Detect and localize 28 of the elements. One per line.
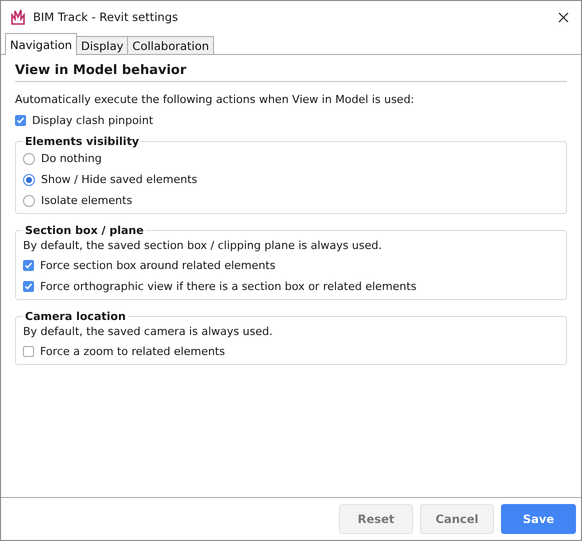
group-title: Section box / plane	[24, 224, 145, 237]
group-description: By default, the saved section box / clipping plane is always used.	[23, 238, 383, 254]
group-title: Elements visibility	[24, 135, 140, 148]
dialog-button[interactable]: Save	[501, 504, 576, 534]
radio-label: Do nothing	[41, 150, 102, 166]
radio-button[interactable]	[23, 152, 35, 164]
radio-label: Show / Hide saved elements	[41, 172, 198, 188]
checkbox-label: Force section box around related elements	[40, 258, 276, 274]
intro-text: Automatically execute the following actions when View in Model is used:	[15, 92, 416, 108]
radio-button[interactable]	[23, 174, 35, 186]
close-icon[interactable]	[558, 12, 568, 22]
app-logo-icon	[11, 9, 25, 25]
checkbox-label: Force a zoom to related elements	[40, 344, 225, 360]
window-title: BIM Track - Revit settings	[33, 10, 179, 24]
group-description: By default, the saved camera is always used.	[23, 324, 274, 340]
tab[interactable]: Display	[76, 36, 128, 55]
checkbox-label: Force orthographic view if there is a section box or related elements	[40, 278, 416, 294]
tab[interactable]: Collaboration	[127, 36, 214, 55]
tab[interactable]: Navigation	[5, 33, 78, 55]
checkbox-label: Display clash pinpoint	[32, 112, 154, 128]
checkbox[interactable]	[23, 281, 34, 292]
section-heading: View in Model behavior	[15, 63, 567, 82]
radio-label: Isolate elements	[41, 192, 132, 208]
checkbox[interactable]	[15, 115, 26, 126]
checkbox[interactable]	[23, 260, 34, 271]
group-title: Camera location	[24, 310, 127, 323]
radio-button[interactable]	[23, 194, 35, 206]
checkbox[interactable]	[23, 346, 34, 357]
